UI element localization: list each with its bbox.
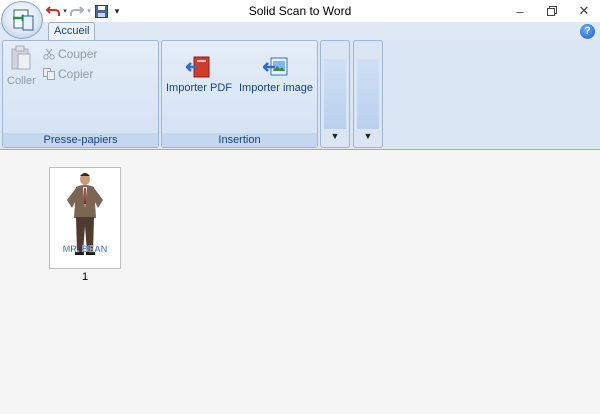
ribbon: Coller Couper Copier Presse-papiers Impo… [0, 40, 600, 150]
app-logo-icon [13, 9, 34, 31]
cut-label: Couper [58, 47, 98, 61]
import-pdf-icon [186, 56, 210, 78]
collapsed-group-1-arrow-icon[interactable]: ▼ [321, 131, 349, 141]
window-controls: – ✕ [504, 0, 600, 22]
import-image-button[interactable]: Importer image [239, 55, 313, 94]
application-menu-button[interactable] [1, 1, 43, 39]
restore-icon[interactable] [536, 0, 568, 22]
title-bar: ▾ ▾ ▾ Solid Scan to Word – ✕ [0, 0, 600, 22]
clipboard-group: Coller Couper Copier Presse-papiers [2, 40, 159, 148]
insertion-group: Importer PDF Importer image Insertion [161, 40, 318, 148]
copy-icon [43, 68, 55, 80]
page-thumbnail[interactable]: MR. BEAN [49, 167, 121, 269]
collapsed-group-2[interactable]: ▼ [353, 40, 383, 148]
insertion-group-label: Insertion [162, 133, 317, 147]
tab-accueil[interactable]: Accueil [48, 22, 96, 40]
copy-button[interactable]: Copier [43, 67, 93, 81]
paste-icon [11, 45, 31, 70]
collapsed-group-2-arrow-icon[interactable]: ▼ [354, 131, 382, 141]
tab-row: Accueil ? [0, 22, 600, 40]
collapsed-group-1-body [324, 59, 346, 129]
import-image-label: Importer image [239, 82, 313, 94]
help-icon[interactable]: ? [580, 24, 595, 39]
copy-label: Copier [58, 67, 94, 81]
paste-button[interactable]: Coller [7, 45, 36, 87]
scissors-icon [43, 48, 55, 60]
page-image-caption: MR. BEAN [63, 244, 108, 254]
collapsed-group-1[interactable]: ▼ [320, 40, 350, 148]
clipboard-group-label: Presse-papiers [3, 133, 158, 147]
page-image: MR. BEAN [63, 173, 108, 255]
cut-button[interactable]: Couper [43, 47, 97, 61]
document-area: MR. BEAN 1 [0, 151, 600, 414]
collapsed-group-2-body [357, 59, 379, 129]
page-number: 1 [81, 271, 89, 283]
import-image-icon [262, 57, 288, 76]
minimize-icon[interactable]: – [504, 0, 536, 22]
import-pdf-button[interactable]: Importer PDF [166, 55, 232, 94]
close-icon[interactable]: ✕ [568, 0, 600, 22]
paste-label: Coller [7, 75, 36, 87]
import-pdf-label: Importer PDF [166, 82, 233, 94]
